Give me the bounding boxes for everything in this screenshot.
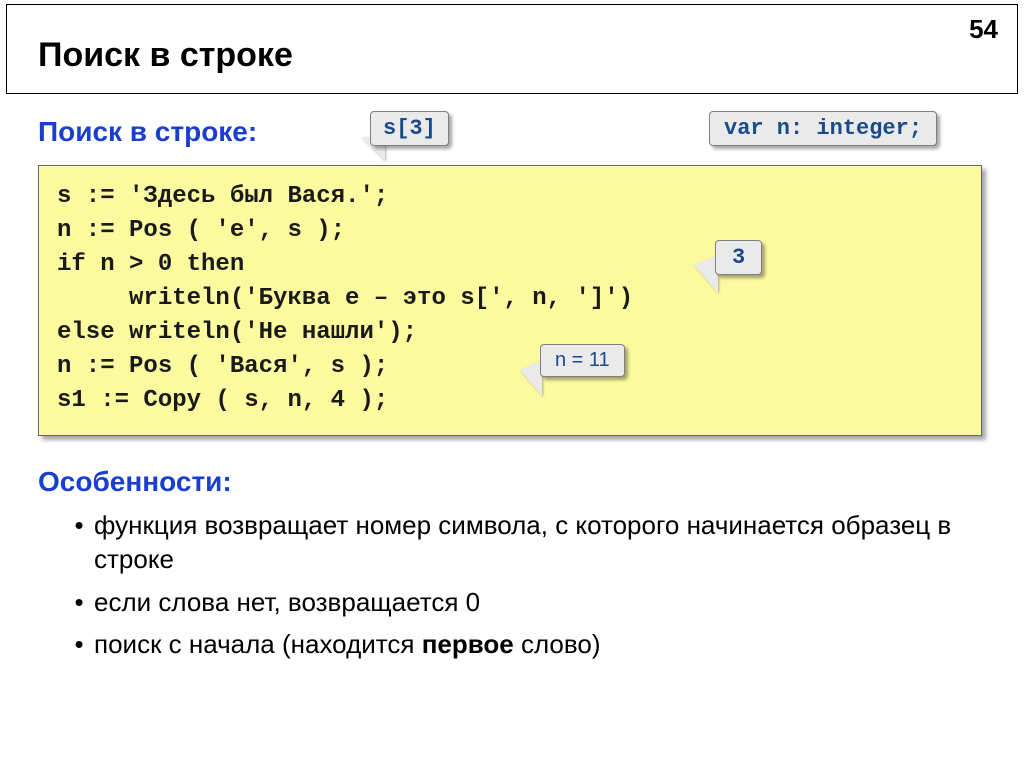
code-line: n := Pos ( 'е', s ); [57, 214, 963, 248]
callout-var-decl: var n: integer; [709, 111, 937, 146]
list-item-text: поиск с начала (находится первое слово) [94, 627, 601, 661]
text-emphasis: первое [422, 629, 514, 659]
list-item-text: если слова нет, возвращается 0 [94, 585, 480, 619]
code-line: else writeln('Не нашли'); [57, 316, 963, 350]
code-line: if n > 0 then [57, 248, 963, 282]
bullet-icon: • [70, 508, 88, 542]
callout-tail-n11 [520, 360, 542, 396]
section-search-heading: Поиск в строке: [38, 116, 257, 148]
text-fragment: слово) [514, 629, 601, 659]
code-block: s := 'Здесь был Вася.'; n := Pos ( 'е', … [38, 165, 982, 436]
list-item: • если слова нет, возвращается 0 [70, 585, 970, 619]
callout-result-n11: n = 11 [540, 344, 625, 377]
list-item-text: функция возвращает номер символа, с кото… [94, 508, 970, 577]
callout-s3: s[3] [370, 111, 449, 146]
text-fragment: поиск с начала (находится [94, 629, 422, 659]
code-line: n := Pos ( 'Вася', s ); [57, 350, 963, 384]
callout-result-3: 3 [715, 240, 762, 275]
page-title: Поиск в строке [38, 36, 293, 75]
code-line: writeln('Буква е – это s[', n, ']') [57, 282, 963, 316]
section-features-heading: Особенности: [38, 466, 232, 498]
list-item: • поиск с начала (находится первое слово… [70, 627, 970, 661]
page-number: 54 [969, 14, 998, 45]
feature-list: • функция возвращает номер символа, с ко… [70, 508, 970, 669]
bullet-icon: • [70, 585, 88, 619]
list-item: • функция возвращает номер символа, с ко… [70, 508, 970, 577]
code-line: s := 'Здесь был Вася.'; [57, 180, 963, 214]
code-line: s1 := Copy ( s, n, 4 ); [57, 384, 963, 418]
bullet-icon: • [70, 627, 88, 661]
